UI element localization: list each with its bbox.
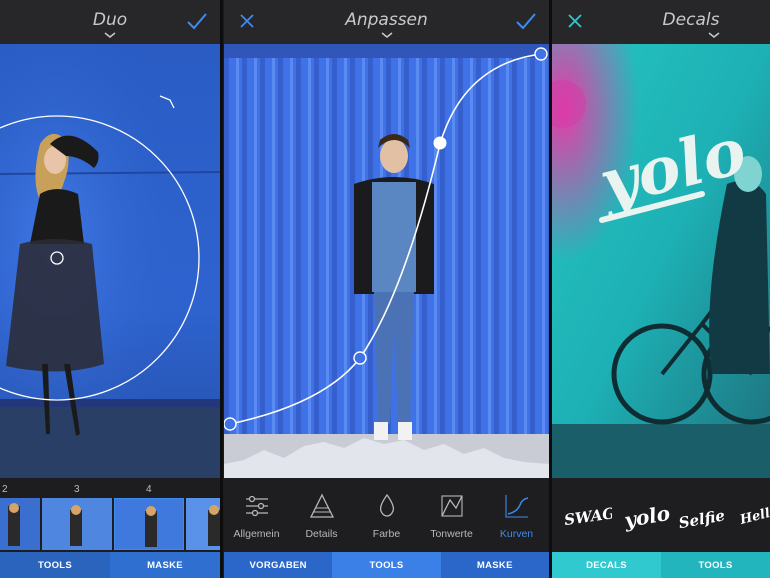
anpassen-panel: Anpassen Allgemein Details Farbe Tonwert…	[224, 0, 549, 578]
tool-label: Details	[305, 528, 338, 540]
tool-label: Tonwerte	[430, 528, 473, 540]
chevron-down-icon[interactable]	[708, 32, 720, 38]
tool-label: Farbe	[372, 528, 401, 540]
chevron-down-icon[interactable]	[104, 32, 116, 38]
film-thumbnail[interactable]	[0, 498, 40, 550]
tool-farbe[interactable]: Farbe	[354, 478, 419, 552]
decal-swag[interactable]: SWAG	[562, 494, 612, 538]
triangle-icon	[309, 493, 334, 518]
top-bar: Decals	[552, 0, 770, 44]
tool-label: Kurven	[499, 528, 534, 540]
panel-title: Anpassen	[345, 10, 428, 30]
svg-text:Hell yeah: Hell yeah	[740, 497, 770, 528]
top-bar: Duo	[0, 0, 220, 44]
tone-icon	[440, 495, 463, 517]
decals-strip[interactable]: SWAG yolo Selfie Hell yeah	[552, 478, 770, 552]
filmstrip[interactable]: 2 3 4	[0, 478, 220, 552]
photo-canvas[interactable]	[224, 44, 549, 478]
bottom-tab-bar: VORGABEN TOOLS MASKE	[224, 552, 549, 578]
tool-tonwerte[interactable]: Tonwerte	[419, 478, 484, 552]
curve-point-handle-active[interactable]	[433, 136, 447, 150]
tab-vorgaben[interactable]: VORGABEN	[224, 552, 333, 578]
adjust-toolbar: Allgemein Details Farbe Tonwerte Kurven	[224, 478, 549, 552]
film-thumbnail-selected[interactable]	[114, 498, 184, 550]
sliders-icon	[245, 495, 268, 517]
curve-point-handle[interactable]	[353, 351, 367, 365]
duo-panel: Duo 2 3 4 TOOLS MASKE	[0, 0, 220, 578]
close-icon[interactable]	[564, 10, 586, 32]
chevron-down-icon[interactable]	[381, 32, 393, 38]
bottom-tab-bar: TOOLS MASKE	[0, 552, 220, 578]
checkmark-icon[interactable]	[515, 10, 537, 32]
tab-decals[interactable]: DECALS	[552, 552, 661, 578]
photo-canvas[interactable]: yolo	[552, 44, 770, 478]
tool-details[interactable]: Details	[289, 478, 354, 552]
tab-tools[interactable]: TOOLS	[0, 552, 110, 578]
bottom-tab-bar: DECALS TOOLS	[552, 552, 770, 578]
tab-maske[interactable]: MASKE	[440, 552, 549, 578]
tab-maske[interactable]: MASKE	[110, 552, 220, 578]
svg-text:yolo: yolo	[621, 501, 670, 533]
divider	[220, 0, 223, 578]
decals-panel: Decals yolo SWAG yolo Selfie Hell DECALS…	[552, 0, 770, 578]
tab-tools[interactable]: TOOLS	[661, 552, 770, 578]
tool-allgemein[interactable]: Allgemein	[224, 478, 289, 552]
film-number: 2	[2, 484, 8, 495]
photo-canvas[interactable]	[0, 44, 220, 478]
film-thumbnail[interactable]	[42, 498, 112, 550]
decal-yolo[interactable]: yolo	[620, 494, 670, 538]
svg-text:Selfie: Selfie	[678, 506, 726, 532]
film-number: 3	[74, 484, 80, 495]
tab-tools[interactable]: TOOLS	[332, 552, 441, 578]
curve-icon	[504, 495, 528, 518]
curve-point-handle[interactable]	[534, 47, 548, 61]
film-number: 4	[146, 484, 152, 495]
film-thumbnail[interactable]	[186, 498, 220, 550]
curve-point-handle[interactable]	[224, 417, 237, 431]
tool-kurven[interactable]: Kurven	[484, 478, 549, 552]
panel-title: Decals	[662, 10, 720, 30]
decal-hell-yeah[interactable]: Hell yeah	[740, 494, 770, 538]
tool-label: Allgemein	[233, 528, 280, 540]
top-bar: Anpassen	[224, 0, 549, 44]
drop-icon	[379, 493, 394, 517]
checkmark-icon[interactable]	[186, 10, 208, 32]
svg-text:SWAG: SWAG	[563, 504, 612, 529]
decal-selfie[interactable]: Selfie	[678, 494, 728, 538]
